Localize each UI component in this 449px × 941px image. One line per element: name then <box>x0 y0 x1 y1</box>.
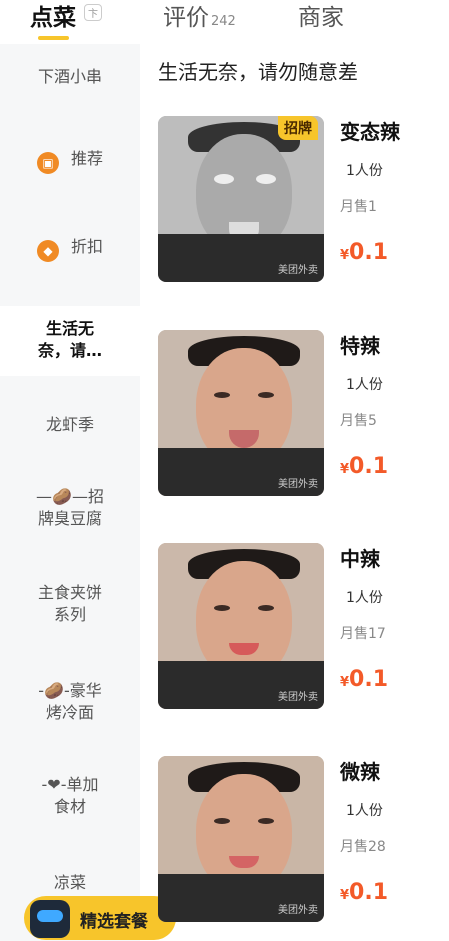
dish-card[interactable]: 美团外卖 中辣 1人份 月售17 ¥0.1 <box>158 543 449 713</box>
recommend-icon: ▣ <box>36 152 59 174</box>
dish-name: 中辣 <box>340 547 380 571</box>
featured-combo-label: 精选套餐 <box>80 912 148 932</box>
tab-reviews[interactable]: 评价 242 <box>163 0 236 32</box>
tab-merchant[interactable]: 商家 <box>298 0 344 32</box>
price-value: 0.1 <box>349 454 389 479</box>
sidebar-item-staple[interactable]: 主食夹饼 系列 <box>0 582 140 626</box>
dish-photo[interactable]: 美团外卖 <box>158 756 324 922</box>
sidebar-item-label-line2: 牌臭豆腐 <box>37 509 102 528</box>
dish-price: ¥0.1 <box>340 667 388 692</box>
sidebar-item-label: 推荐 <box>70 149 103 168</box>
tab-reviews-count: 242 <box>211 14 236 29</box>
currency-symbol: ¥ <box>340 462 350 477</box>
sidebar-item-label: 折扣 <box>70 237 103 256</box>
price-value: 0.1 <box>349 240 389 265</box>
discount-icon: ◆ <box>36 240 59 262</box>
sidebar-item-label-line1: —🥔—招 <box>36 487 104 506</box>
sidebar-item-snacks[interactable]: 下酒小串 <box>0 66 140 88</box>
tab-dishes[interactable]: 点菜卞 <box>30 0 102 32</box>
category-sidebar: 下酒小串 ▣ 推荐 ◆ 折扣 生活无 奈，请… 龙虾季 —🥔—招 牌臭豆腐 主食夹饼… <box>0 44 140 941</box>
dish-photo[interactable]: 美团外卖 <box>158 330 324 496</box>
photo-watermark: 美团外卖 <box>278 479 318 490</box>
sidebar-item-discount[interactable]: ◆ 折扣 <box>0 236 140 262</box>
price-value: 0.1 <box>349 880 389 905</box>
tab-dishes-badge: 卞 <box>84 4 102 21</box>
price-value: 0.1 <box>349 667 389 692</box>
dish-portion: 1人份 <box>346 377 383 393</box>
sidebar-item-label-line2: 系列 <box>53 605 86 624</box>
sidebar-item-cold-noodle[interactable]: -🥔-豪华 烤冷面 <box>0 680 140 724</box>
sidebar-item-life[interactable]: 生活无 奈，请… <box>0 306 140 376</box>
dish-price: ¥0.1 <box>340 240 388 265</box>
dish-card[interactable]: 美团外卖 微辣 1人份 月售28 ¥0.1 <box>158 756 449 926</box>
sidebar-item-label: 下酒小串 <box>37 67 102 86</box>
dish-portion: 1人份 <box>346 590 383 606</box>
sidebar-item-addons[interactable]: -❤-单加 食材 <box>0 774 140 818</box>
sidebar-item-recommend[interactable]: ▣ 推荐 <box>0 148 140 174</box>
photo-watermark: 美团外卖 <box>278 265 318 276</box>
dish-monthly-sales: 月售1 <box>340 199 377 215</box>
dish-name: 特辣 <box>340 334 380 358</box>
dish-name: 变态辣 <box>340 120 400 144</box>
dish-monthly-sales: 月售28 <box>340 839 386 855</box>
dish-price: ¥0.1 <box>340 880 388 905</box>
tab-reviews-label: 评价 <box>163 5 209 31</box>
sidebar-item-label: 凉菜 <box>53 873 86 892</box>
active-tab-indicator <box>38 36 69 40</box>
signature-badge: 招牌 <box>278 116 318 140</box>
dish-name: 微辣 <box>340 760 380 784</box>
tab-merchant-label: 商家 <box>298 5 344 31</box>
currency-symbol: ¥ <box>340 888 350 903</box>
sidebar-item-label-line1: 生活无 <box>45 319 94 338</box>
dish-monthly-sales: 月售5 <box>340 413 377 429</box>
photo-watermark: 美团外卖 <box>278 905 318 916</box>
section-title: 生活无奈，请勿随意差 <box>158 60 358 84</box>
currency-symbol: ¥ <box>340 675 350 690</box>
sidebar-item-label-line2: 奈，请… <box>37 341 102 360</box>
dish-card[interactable]: 美团外卖 特辣 1人份 月售5 ¥0.1 <box>158 330 449 500</box>
sidebar-item-label-line2: 食材 <box>53 797 86 816</box>
top-tab-bar: 点菜卞 评价 242 商家 <box>0 0 449 44</box>
sidebar-item-label-line1: -❤-单加 <box>41 775 99 794</box>
dish-photo[interactable]: 美团外卖 <box>158 116 324 282</box>
dish-price: ¥0.1 <box>340 454 388 479</box>
currency-symbol: ¥ <box>340 248 350 263</box>
dish-photo[interactable]: 美团外卖 <box>158 543 324 709</box>
sidebar-item-lobster[interactable]: 龙虾季 <box>0 414 140 436</box>
tab-dishes-label: 点菜 <box>30 5 76 31</box>
sidebar-item-label-line1: -🥔-豪华 <box>38 681 102 700</box>
robot-icon <box>30 900 70 938</box>
sidebar-item-tofu[interactable]: —🥔—招 牌臭豆腐 <box>0 486 140 530</box>
dish-portion: 1人份 <box>346 803 383 819</box>
sidebar-item-label-line2: 烤冷面 <box>45 703 94 722</box>
featured-combo-button[interactable]: 精选套餐 <box>24 896 176 940</box>
sidebar-item-label: 龙虾季 <box>45 415 94 434</box>
sidebar-item-cold-dishes[interactable]: 凉菜 <box>0 872 140 894</box>
photo-watermark: 美团外卖 <box>278 692 318 703</box>
sidebar-item-label-line1: 主食夹饼 <box>37 583 102 602</box>
dish-portion: 1人份 <box>346 163 383 179</box>
dish-monthly-sales: 月售17 <box>340 626 386 642</box>
dish-card[interactable]: 美团外卖 招牌 变态辣 1人份 月售1 ¥0.1 <box>158 116 449 286</box>
